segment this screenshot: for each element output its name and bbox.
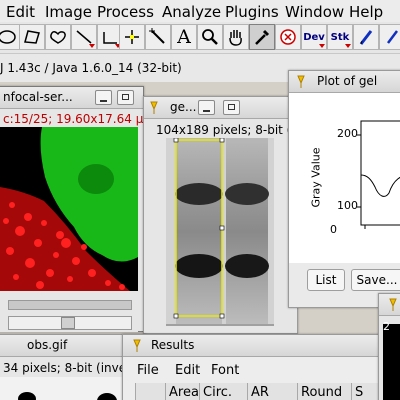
gray-value-plot [289,93,400,263]
text-tool-icon: A [177,26,191,48]
results-menu-font[interactable]: Font [211,363,239,378]
plot-title-bar[interactable]: Plot of gel [289,71,400,93]
channel-slider[interactable] [8,300,132,310]
menu-process[interactable]: Process [97,3,154,21]
results-menu-file[interactable]: File [137,363,159,378]
straight-line-tool[interactable] [71,24,97,50]
gel-title-bar[interactable]: ge... [144,97,297,119]
tick-label-0: 0 [330,223,337,236]
tool-menu-arrow-icon [319,44,325,48]
menu-help[interactable]: Help [349,3,383,21]
list-button[interactable]: List [307,269,345,291]
results-menu-edit[interactable]: Edit [175,363,200,378]
slice-scroll-thumb[interactable] [61,317,75,329]
stop-icon [280,29,296,45]
column-header-circ[interactable]: Circ. [199,383,247,400]
menu-analyze[interactable]: Analyze [162,3,221,21]
confocal-window-title: nfocal-ser... [3,90,73,104]
confocal-image[interactable] [0,127,138,291]
menu-image[interactable]: Image [45,3,92,21]
imagej-icon [389,298,397,311]
tick-label-100: 100 [337,199,358,212]
gel-image[interactable] [166,138,274,326]
minimize-icon [100,100,107,102]
menu-plugins[interactable]: Plugins [225,3,279,21]
tick-label-200: 200 [337,127,358,140]
right-title-bar[interactable] [379,294,400,316]
results-title-bar[interactable]: Results [123,335,385,357]
column-header-area[interactable]: Area [165,383,199,400]
image-info-text: c:15/25; 19.60x17.64 µ (36 [3,112,144,126]
maximize-icon [228,104,235,110]
menu-window[interactable]: Window [285,3,344,21]
brush-icon [387,30,398,44]
stk-menu-icon: Stk [330,31,350,43]
scrolling-hand-icon [229,30,242,46]
minimize-button[interactable] [198,100,215,115]
freehand-selection-tool[interactable] [45,24,71,50]
maximize-icon [122,94,129,100]
brush-tool[interactable] [379,24,400,50]
imagej-icon [297,75,305,88]
minimize-button[interactable] [95,90,112,105]
polygon-selection-icon [24,30,40,44]
dev-menu-icon: Dev [303,31,325,43]
plot-window[interactable]: Plot of gel 200 100 0 Gray Value List Sa… [288,70,400,308]
imagej-icon [150,101,158,114]
results-window[interactable]: Results File Edit Font Area Circ. AR Rou… [122,334,386,400]
blobs-window-title: obs.gif [27,338,68,352]
stop-tool[interactable] [275,24,301,50]
maximize-button[interactable] [117,90,134,105]
plot-window-title: Plot of gel [317,74,378,88]
slice-scrollbar[interactable] [8,316,132,330]
text-tool[interactable]: A [171,24,197,50]
scrolling-tool[interactable] [223,24,249,50]
wand-tool[interactable] [145,24,171,50]
gel-window-title: ge... [170,100,197,114]
column-header-row[interactable] [135,383,165,400]
magnifying-glass-icon [202,29,218,45]
pencil-tool[interactable] [353,24,379,50]
oval-selection-tool[interactable] [0,24,20,50]
freehand-selection-icon [50,31,66,44]
color-picker-icon [255,29,270,45]
status-text: J 1.43c / Java 1.6.0_14 (32-bit) [0,61,182,75]
image-info-text: 2 [383,320,390,333]
tool-menu-arrow-icon [89,44,95,48]
image-info-text: 104x189 pixels; 8-bit (inv [156,123,298,137]
color-picker-tool[interactable] [249,24,275,50]
column-header-ar[interactable]: AR [247,383,297,400]
tool-menu-arrow-icon [345,44,351,48]
image-info-text: 34 pixels; 8-bit (inverti [3,361,140,375]
dev-menu-tool[interactable]: Dev [301,24,327,50]
y-axis-label: Gray Value [309,147,323,208]
save-button[interactable]: Save... [351,269,400,291]
results-table-header: Area Circ. AR Round S [135,383,385,400]
right-image-window[interactable]: 2 [378,293,400,400]
imagej-icon [133,339,141,352]
maximize-button[interactable] [223,100,240,115]
pencil-icon [359,30,373,45]
column-header-solidity[interactable]: S [351,383,381,400]
magnifying-tool[interactable] [197,24,223,50]
oval-selection-icon [0,30,16,44]
stk-menu-tool[interactable]: Stk [327,24,353,50]
right-image[interactable] [383,324,400,400]
wand-tool-icon [149,28,165,44]
results-window-title: Results [151,338,195,352]
column-header-round[interactable]: Round [297,383,351,400]
toolbar: A Dev Stk [0,22,400,54]
point-tool-icon [125,30,139,44]
menu-edit[interactable]: Edit [6,3,35,21]
confocal-scrollbar-area [0,296,138,332]
confocal-title-bar[interactable]: nfocal-ser... [0,87,143,109]
point-tool[interactable] [119,24,145,50]
minimize-icon [203,110,210,112]
menu-bar: Edit Image Process Analyze Plugins Windo… [0,0,400,22]
polygon-selection-tool[interactable] [19,24,45,50]
